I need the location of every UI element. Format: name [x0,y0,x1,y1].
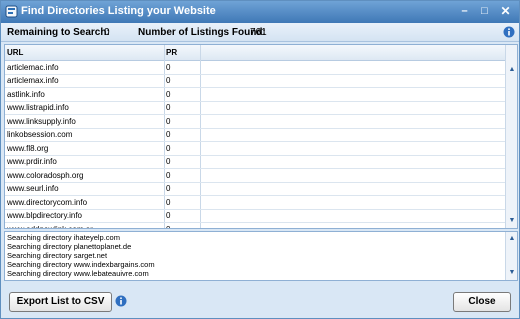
info-icon[interactable] [503,26,515,38]
row-url: www.addnewlink.com.ar [7,224,93,229]
dialog-window: Find Directories Listing your Website – … [0,0,520,319]
row-pr: 0 [166,76,171,85]
column-header-pr[interactable]: PR [166,48,177,57]
log-line: Searching directory sarget.net [7,251,108,260]
search-log: Searching directory ihateyelp.com Searchi… [4,231,518,281]
table-row[interactable]: articlemac.info 0 [5,61,505,75]
table-row[interactable]: www.blpdirectory.info 0 [5,210,505,223]
table-row[interactable]: astlink.info 0 [5,88,505,102]
row-url: www.directorycom.info [7,197,88,207]
row-pr: 0 [166,157,171,166]
table-row[interactable]: www.seurl.info 0 [5,183,505,196]
row-pr: 0 [166,130,171,139]
row-url: www.blpdirectory.info [7,211,82,220]
table-scrollbar[interactable]: ▲ ▼ [505,45,517,228]
table-row[interactable]: linkobsession.com 0 [5,129,505,142]
maximize-button[interactable]: □ [476,3,493,20]
remaining-value: 0 [104,27,110,38]
row-pr: 0 [166,224,171,229]
row-pr: 0 [166,143,171,153]
scroll-up-icon[interactable]: ▲ [507,234,517,244]
table-row[interactable]: www.linksupply.info 0 [5,115,505,129]
row-url: www.coloradosph.org [7,170,84,180]
row-pr: 0 [166,116,171,126]
remaining-label: Remaining to Search: [7,27,110,38]
table-body: articlemac.info 0 articlemax.info 0 astlink.… [5,61,505,229]
row-pr: 0 [166,170,171,180]
row-pr: 0 [166,103,171,112]
row-url: linkobsession.com [7,130,73,139]
found-label: Number of Listings Found: [138,27,266,38]
log-lines: Searching directory ihateyelp.com Searchi… [7,233,155,278]
row-pr: 0 [166,211,171,220]
log-line: Searching directory ihateyelp.com [7,233,120,242]
status-bar: Remaining to Search: 0 Number of Listing… [1,23,519,42]
log-line: Searching directory planettoplanet.de [7,242,132,251]
row-pr: 0 [166,197,171,207]
window-title: Find Directories Listing your Website [21,5,216,17]
log-line: Searching directory www.lebateauivre.com [7,269,149,278]
table-row[interactable]: www.fl8.org 0 [5,142,505,156]
row-url: www.seurl.info [7,184,59,193]
row-pr: 0 [166,89,171,99]
table-row[interactable]: www.listrapid.info 0 [5,102,505,115]
row-url: www.prdir.info [7,157,57,166]
row-url: www.fl8.org [7,143,49,153]
minimize-button[interactable]: – [456,3,473,20]
table-row[interactable]: articlemax.info 0 [5,75,505,88]
row-url: www.linksupply.info [7,116,76,126]
table-row[interactable]: www.coloradosph.org 0 [5,169,505,183]
row-pr: 0 [166,62,171,72]
table-row[interactable]: www.prdir.info 0 [5,156,505,169]
row-url: articlemax.info [7,76,59,85]
column-header-url[interactable]: URL [7,48,23,57]
found-value: 761 [250,27,267,38]
row-url: articlemac.info [7,62,59,72]
close-button[interactable]: Close [453,292,511,312]
scroll-up-icon[interactable]: ▲ [507,65,517,75]
scroll-down-icon[interactable]: ▼ [507,268,517,278]
row-url: astlink.info [7,89,45,99]
table-row[interactable]: www.addnewlink.com.ar 0 [5,223,505,229]
row-pr: 0 [166,184,171,193]
scroll-down-icon[interactable]: ▼ [507,216,517,226]
row-url: www.listrapid.info [7,103,69,112]
results-table: URL PR articlemac.info 0 articlemax.info 0 a… [4,44,518,229]
log-scrollbar[interactable]: ▲ ▼ [505,232,517,280]
log-line: Searching directory www.indexbargains.co… [7,260,155,269]
table-row[interactable]: www.directorycom.info 0 [5,196,505,210]
table-header: URL PR [5,45,505,61]
close-window-button[interactable]: ✕ [497,3,514,20]
app-icon [5,5,18,18]
title-bar[interactable]: Find Directories Listing your Website – … [1,1,519,23]
export-csv-button[interactable]: Export List to CSV [9,292,112,312]
info-icon[interactable] [115,295,127,307]
